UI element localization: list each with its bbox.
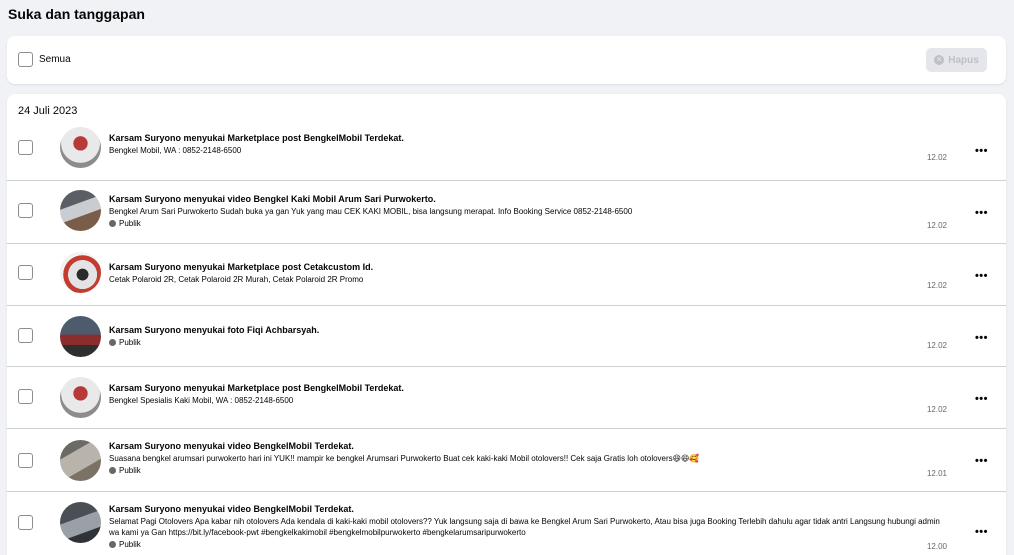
activity-list: 24 Juli 2023 Karsam Suryono menyukai Mar…	[7, 94, 1006, 555]
privacy-indicator: Publik	[109, 539, 951, 550]
ellipsis-icon[interactable]: •••	[975, 207, 988, 219]
select-all[interactable]: Semua	[18, 52, 71, 67]
item-title[interactable]: Karsam Suryono menyukai video Bengkel Ka…	[109, 193, 906, 205]
thumbnail[interactable]	[60, 252, 101, 293]
item-description: Bengkel Spesialis Kaki Mobil, WA : 0852-…	[109, 396, 294, 405]
ellipsis-icon[interactable]: •••	[975, 455, 988, 467]
item-time: 12.02	[926, 405, 947, 414]
ellipsis-icon[interactable]: •••	[975, 145, 988, 157]
globe-icon	[109, 541, 116, 548]
privacy-label: Publik	[119, 466, 141, 475]
item-checkbox[interactable]	[18, 328, 33, 343]
ellipsis-icon[interactable]: •••	[975, 526, 988, 538]
thumbnail[interactable]	[60, 127, 101, 168]
close-circle-icon: ✕	[934, 55, 945, 65]
item-description: Bengkel Arum Sari Purwokerto Sudah buka …	[109, 207, 633, 216]
delete-button-label: Hapus	[948, 54, 979, 66]
globe-icon	[109, 467, 116, 474]
ellipsis-icon[interactable]: •••	[975, 393, 988, 405]
ellipsis-icon[interactable]: •••	[975, 332, 988, 344]
thumbnail[interactable]	[60, 377, 101, 418]
item-checkbox[interactable]	[18, 389, 33, 404]
item-title[interactable]: Karsam Suryono menyukai Marketplace post…	[109, 261, 906, 273]
page-title: Suka dan tanggapan	[8, 6, 145, 22]
list-item[interactable]: Karsam Suryono menyukai Marketplace post…	[7, 367, 1006, 429]
item-checkbox[interactable]	[18, 515, 33, 530]
thumbnail[interactable]	[60, 440, 101, 481]
thumbnail[interactable]	[60, 502, 101, 543]
item-time: 12.02	[926, 281, 947, 290]
privacy-indicator: Publik	[109, 218, 906, 229]
item-time: 12.01	[926, 469, 947, 478]
date-header: 24 Juli 2023	[18, 105, 78, 117]
item-description: Suasana bengkel arumsari purwokerto hari…	[109, 454, 700, 463]
list-item[interactable]: Karsam Suryono menyukai video Bengkel Ka…	[7, 181, 1006, 244]
item-description: Cetak Polaroid 2R, Cetak Polaroid 2R Mur…	[109, 275, 364, 284]
select-all-label: Semua	[39, 54, 71, 65]
list-item[interactable]: Karsam Suryono menyukai video BengkelMob…	[7, 429, 1006, 492]
item-checkbox[interactable]	[18, 140, 33, 155]
privacy-label: Publik	[119, 338, 141, 347]
item-checkbox[interactable]	[18, 265, 33, 280]
item-time: 12.00	[926, 542, 947, 551]
item-title[interactable]: Karsam Suryono menyukai Marketplace post…	[109, 382, 906, 394]
item-title[interactable]: Karsam Suryono menyukai video BengkelMob…	[109, 440, 906, 452]
item-time: 12.02	[926, 341, 947, 350]
privacy-indicator: Publik	[109, 465, 906, 476]
item-title[interactable]: Karsam Suryono menyukai video BengkelMob…	[109, 503, 951, 515]
delete-button[interactable]: ✕ Hapus	[926, 48, 987, 72]
ellipsis-icon[interactable]: •••	[975, 270, 988, 282]
globe-icon	[109, 220, 116, 227]
privacy-indicator: Publik	[109, 337, 906, 348]
item-time: 12.02	[926, 153, 947, 162]
globe-icon	[109, 339, 116, 346]
list-item[interactable]: Karsam Suryono menyukai Marketplace post…	[7, 125, 1006, 181]
item-time: 12.02	[926, 221, 947, 230]
item-title[interactable]: Karsam Suryono menyukai foto Fiqi Achbar…	[109, 324, 906, 336]
thumbnail[interactable]	[60, 190, 101, 231]
item-checkbox[interactable]	[18, 203, 33, 218]
thumbnail[interactable]	[60, 316, 101, 357]
item-description: Selamat Pagi Otolovers Apa kabar nih oto…	[109, 517, 940, 537]
privacy-label: Publik	[119, 219, 141, 228]
list-item[interactable]: Karsam Suryono menyukai Marketplace post…	[7, 244, 1006, 306]
item-title[interactable]: Karsam Suryono menyukai Marketplace post…	[109, 132, 906, 144]
item-checkbox[interactable]	[18, 453, 33, 468]
list-item[interactable]: Karsam Suryono menyukai foto Fiqi Achbar…	[7, 306, 1006, 367]
item-description: Bengkel Mobil, WA : 0852-2148-6500	[109, 146, 242, 155]
list-item[interactable]: Karsam Suryono menyukai video BengkelMob…	[7, 492, 1006, 555]
toolbar: Semua ✕ Hapus	[7, 36, 1006, 84]
privacy-label: Publik	[119, 540, 141, 549]
select-all-checkbox[interactable]	[18, 52, 33, 67]
